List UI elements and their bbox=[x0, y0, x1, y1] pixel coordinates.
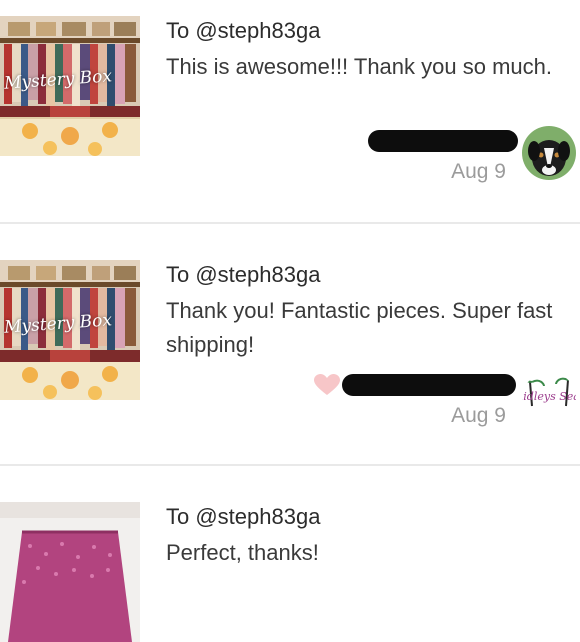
review-recipient: To @steph83ga bbox=[166, 262, 321, 287]
review-recipient: To @steph83ga bbox=[166, 504, 321, 529]
review-recipient: To @steph83ga bbox=[166, 18, 321, 43]
palm-logo-avatar-icon[interactable]: Chidleys Seam bbox=[522, 372, 576, 426]
review-card: Mystery Box To @steph83ga This is awesom… bbox=[0, 0, 580, 222]
review-message: This is awesome!!! Thank you so much. bbox=[166, 54, 552, 79]
review-date: Aug 9 bbox=[451, 404, 506, 427]
review-message: Perfect, thanks! bbox=[166, 540, 319, 565]
heart-icon[interactable] bbox=[314, 374, 340, 396]
redacted-username bbox=[368, 130, 518, 152]
listing-thumbnail[interactable] bbox=[0, 502, 140, 642]
avatar-text: Chidleys Seam bbox=[522, 390, 576, 403]
listing-thumbnail[interactable]: Mystery Box bbox=[0, 16, 140, 156]
redacted-username bbox=[342, 374, 516, 396]
dog-avatar-icon[interactable] bbox=[522, 126, 576, 180]
pink-skirt-icon bbox=[0, 502, 140, 642]
reviews-list: Mystery Box To @steph83ga This is awesom… bbox=[0, 0, 580, 642]
review-card: Mystery Box To @steph83ga Thank you! Fan… bbox=[0, 224, 580, 464]
review-card: To @steph83ga Perfect, thanks! bbox=[0, 466, 580, 642]
listing-thumbnail[interactable]: Mystery Box bbox=[0, 260, 140, 400]
review-date: Aug 9 bbox=[451, 160, 506, 183]
review-message: Thank you! Fantastic pieces. Super fast … bbox=[166, 298, 553, 357]
